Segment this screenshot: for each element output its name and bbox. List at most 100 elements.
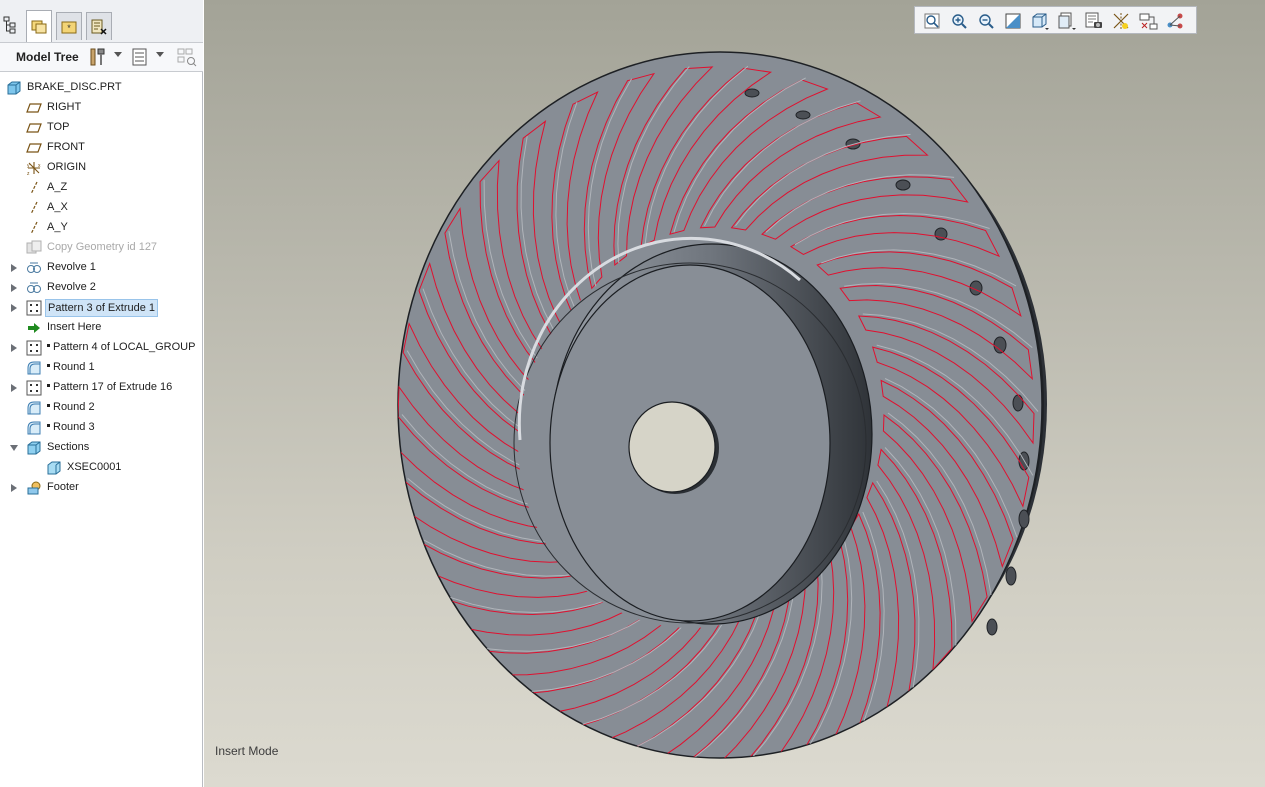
tree-item-round-2[interactable]: Round 2 [0, 398, 203, 418]
expand-arrow-icon[interactable] [11, 344, 17, 352]
tree-item-label: Sections [47, 441, 90, 453]
tree-item-label: Round 1 [53, 361, 95, 373]
datum-plane-icon [26, 143, 42, 153]
favorites-tab[interactable]: * [56, 12, 82, 40]
copy-geometry-icon [26, 240, 42, 254]
round-icon [27, 421, 41, 435]
navigator-toggle-icon[interactable] [3, 16, 17, 37]
pattern-icon [26, 380, 42, 396]
tree-item-footer[interactable]: Footer [0, 478, 203, 498]
tree-item-label: Pattern 17 of Extrude 16 [53, 381, 173, 393]
expand-arrow-icon[interactable] [11, 384, 17, 392]
round-icon [27, 361, 41, 375]
tree-settings-icon[interactable] [88, 47, 108, 67]
saved-views-icon[interactable] [1056, 10, 1078, 31]
view-toolbar [914, 6, 1197, 34]
revolve-icon [27, 282, 41, 293]
tree-item-label: BRAKE_DISC.PRT [27, 81, 122, 93]
tree-item-a-y[interactable]: A_Y [0, 218, 203, 238]
tree-item-insert-here[interactable]: Insert Here [0, 318, 203, 338]
collapse-arrow-icon[interactable] [10, 445, 18, 451]
tree-item-sections[interactable]: Sections [0, 438, 203, 458]
datum-axis-icon [30, 221, 38, 235]
suppressed-marker-icon [47, 364, 50, 367]
graphics-window[interactable]: Insert Mode [204, 0, 1265, 787]
tree-item-origin[interactable]: yxz ORIGIN [0, 158, 203, 178]
suppressed-marker-icon [47, 344, 50, 347]
tree-item-pattern-3[interactable]: Pattern 3 of Extrude 1 [0, 298, 203, 318]
tree-item-xsec0001[interactable]: XSEC0001 [0, 458, 203, 478]
tree-item-revolve-1[interactable]: Revolve 1 [0, 258, 203, 278]
tree-item-label: Revolve 2 [47, 281, 96, 293]
tree-item-label: Revolve 1 [47, 261, 96, 273]
tree-item-label: Copy Geometry id 127 [47, 241, 158, 253]
datum-axis-icon [30, 181, 38, 195]
expand-arrow-icon[interactable] [11, 264, 17, 272]
tree-item-label: A_Y [47, 221, 68, 233]
tree-item-label: Round 3 [53, 421, 95, 433]
tree-item-label: Pattern 4 of LOCAL_GROUP [53, 341, 196, 353]
repaint-icon[interactable] [1002, 10, 1024, 31]
tree-item-label: A_Z [47, 181, 68, 193]
tree-item-front[interactable]: FRONT [0, 138, 203, 158]
datum-display-icon[interactable] [1110, 10, 1132, 31]
tree-item-round-3[interactable]: Round 3 [0, 418, 203, 438]
tree-settings-dropdown-icon[interactable] [114, 52, 122, 57]
tree-item-label: Insert Here [47, 321, 102, 333]
tree-item-label: RIGHT [47, 101, 82, 113]
folder-browser-tab[interactable] [26, 10, 52, 42]
navigator-tabs: * [0, 0, 203, 43]
layer-tab[interactable] [86, 12, 112, 40]
tree-item-a-x[interactable]: A_X [0, 198, 203, 218]
pattern-icon [26, 300, 42, 316]
tree-item-label: Pattern 3 of Extrude 1 [45, 299, 159, 317]
tree-filter-icon[interactable] [177, 47, 197, 67]
tree-item-top[interactable]: TOP [0, 118, 203, 138]
navigator-panel: * Model Tree BRAKE_DISC.PRT RIGHT TOP FR… [0, 0, 203, 787]
datum-axis-icon [30, 201, 38, 215]
tree-item-a-z[interactable]: A_Z [0, 178, 203, 198]
tree-item-pattern-4[interactable]: Pattern 4 of LOCAL_GROUP [0, 338, 203, 358]
svg-text:x: x [38, 163, 41, 169]
expand-arrow-icon[interactable] [11, 304, 17, 312]
tree-item-revolve-2[interactable]: Revolve 2 [0, 278, 203, 298]
round-icon [27, 401, 41, 415]
model-tree-toolbar: Model Tree [0, 43, 203, 72]
datum-plane-icon [26, 103, 42, 113]
tree-item-right[interactable]: RIGHT [0, 98, 203, 118]
part-icon [7, 81, 21, 95]
tree-item-label: XSEC0001 [67, 461, 122, 473]
tree-item-label: Footer [47, 481, 79, 493]
xsection-icon [47, 461, 61, 475]
tree-item-round-1[interactable]: Round 1 [0, 358, 203, 378]
spin-center-icon[interactable] [1137, 10, 1159, 31]
tree-item-pattern-17[interactable]: Pattern 17 of Extrude 16 [0, 378, 203, 398]
coordinate-system-icon: y xz [27, 162, 41, 176]
show-dropdown-icon[interactable] [156, 52, 164, 57]
svg-text:*: * [67, 23, 71, 33]
refit-icon[interactable] [921, 10, 943, 31]
expand-arrow-icon[interactable] [11, 284, 17, 292]
status-message: Insert Mode [215, 744, 279, 758]
zoom-out-icon[interactable] [975, 10, 997, 31]
display-style-icon[interactable] [1029, 10, 1051, 31]
suppressed-marker-icon [47, 424, 50, 427]
tree-item-copy-geometry[interactable]: Copy Geometry id 127 [0, 238, 203, 258]
tree-item-brake-disc[interactable]: BRAKE_DISC.PRT [0, 78, 203, 98]
tree-item-label: Round 2 [53, 401, 95, 413]
insert-arrow-icon [28, 323, 40, 333]
tree-item-label: ORIGIN [47, 161, 87, 173]
annotation-display-icon[interactable] [1164, 10, 1186, 31]
expand-arrow-icon[interactable] [11, 484, 17, 492]
model-tree-title: Model Tree [16, 50, 79, 64]
pattern-icon [26, 340, 42, 356]
suppressed-marker-icon [47, 384, 50, 387]
suppressed-marker-icon [47, 404, 50, 407]
brake-disc-model[interactable] [204, 0, 1265, 787]
show-columns-icon[interactable] [130, 47, 150, 67]
revolve-icon [27, 262, 41, 273]
zoom-in-icon[interactable] [948, 10, 970, 31]
view-manager-icon[interactable] [1083, 10, 1105, 31]
datum-plane-icon [26, 123, 42, 133]
tree-item-label: TOP [47, 121, 70, 133]
